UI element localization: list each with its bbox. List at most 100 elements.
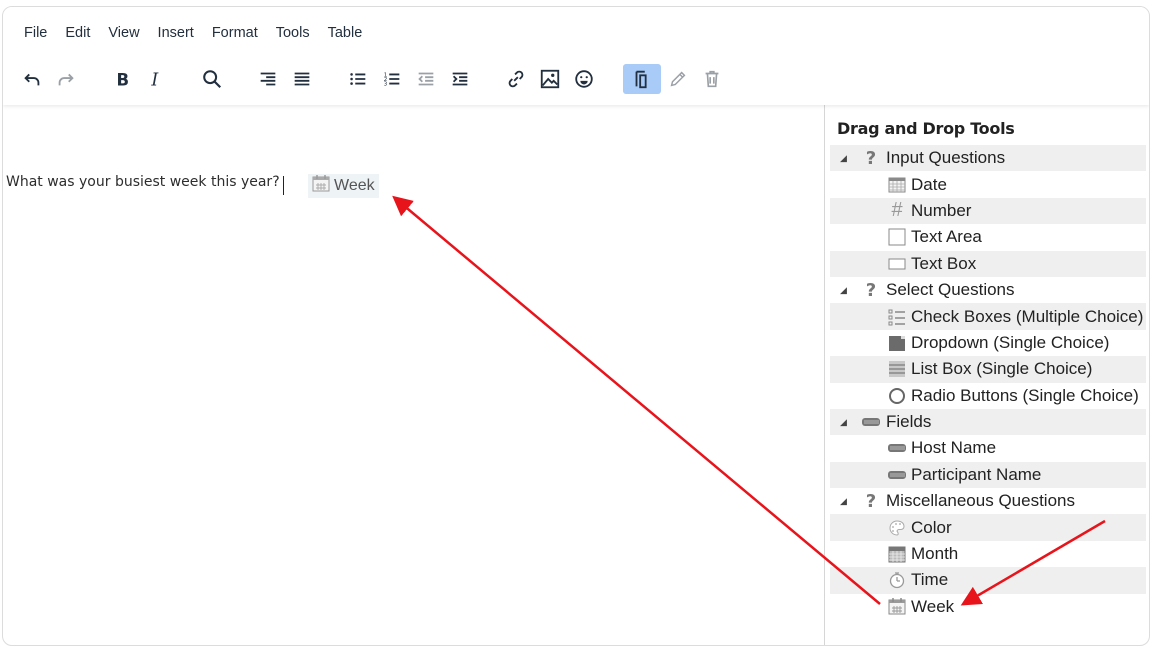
field-icon (887, 465, 907, 485)
tool-label: Dropdown (Single Choice) (911, 332, 1110, 352)
tool-item-week[interactable]: Week (830, 594, 1146, 620)
italic-icon: I (150, 70, 159, 90)
tool-item-check-boxes[interactable]: Check Boxes (Multiple Choice) (830, 303, 1146, 330)
tool-item-host-name[interactable]: Host Name (830, 435, 1146, 461)
tool-label: List Box (Single Choice) (911, 359, 1093, 379)
copy-field-button[interactable] (623, 64, 661, 94)
collapse-triangle-icon[interactable]: ◢ (840, 496, 854, 507)
tool-label: Time (911, 570, 949, 590)
tool-label: Text Box (911, 253, 977, 273)
svg-text:B: B (117, 70, 130, 89)
tool-label: Host Name (911, 438, 997, 458)
redo-icon (58, 73, 74, 86)
collapse-triangle-icon[interactable]: ◢ (840, 153, 854, 164)
textarea-icon (887, 227, 907, 247)
redo-button[interactable] (49, 64, 83, 94)
italic-button[interactable]: I (139, 64, 173, 94)
tool-item-month[interactable]: Month (830, 541, 1146, 567)
find-button[interactable] (195, 64, 229, 94)
align-justify-icon (294, 72, 310, 86)
link-icon (508, 70, 524, 88)
pencil-icon (670, 71, 686, 87)
palette-icon (887, 518, 907, 538)
menu-insert[interactable]: Insert (149, 25, 203, 41)
menu-edit[interactable]: Edit (56, 25, 99, 41)
edit-button[interactable] (661, 64, 695, 94)
tool-item-color[interactable]: Color (830, 514, 1146, 541)
dropdown-icon (887, 333, 907, 353)
question-icon: ? (865, 279, 877, 301)
hash-icon: # (891, 199, 903, 222)
menu-tools[interactable]: Tools (267, 25, 319, 41)
indent-icon (452, 72, 468, 86)
tool-label: Participant Name (911, 464, 1042, 484)
delete-button[interactable] (695, 64, 729, 94)
numbered-list-icon: 123 (384, 72, 400, 87)
outdent-button[interactable] (409, 64, 443, 94)
emoji-icon (575, 70, 593, 88)
tools-tree: ◢ ? Input Questions Date # Number Text A… (830, 145, 1146, 620)
menu-view[interactable]: View (99, 25, 148, 41)
bullet-list-button[interactable] (341, 64, 375, 94)
panel-title: Drag and Drop Tools (837, 119, 1015, 138)
group-fields[interactable]: ◢ Fields (830, 408, 1146, 436)
calendar-month-icon (887, 544, 907, 564)
calendar-week-icon (887, 597, 907, 617)
menubar: File Edit View Insert Format Tools Table (15, 25, 371, 41)
group-input-questions[interactable]: ◢ ? Input Questions (830, 145, 1146, 172)
tool-item-participant-name[interactable]: Participant Name (830, 461, 1146, 489)
calendar-icon (887, 175, 907, 195)
indent-button[interactable] (443, 64, 477, 94)
undo-button[interactable] (15, 64, 49, 94)
collapse-triangle-icon[interactable]: ◢ (840, 417, 854, 428)
checklist-icon (887, 307, 907, 327)
group-label: Fields (886, 412, 932, 432)
menu-format[interactable]: Format (203, 25, 267, 41)
text-caret (283, 176, 284, 195)
tool-label: Radio Buttons (Single Choice) (911, 385, 1139, 405)
tool-item-text-box[interactable]: Text Box (830, 250, 1146, 277)
numbered-list-button[interactable]: 123 (375, 64, 409, 94)
inserted-week-field[interactable]: Week (308, 174, 379, 198)
emoji-button[interactable] (567, 64, 601, 94)
drag-drop-tools-panel: Drag and Drop Tools ◢ ? Input Questions … (824, 105, 1149, 645)
undo-icon (24, 73, 40, 86)
calendar-week-icon (312, 175, 330, 197)
radio-icon (887, 386, 907, 406)
question-icon: ? (865, 147, 877, 169)
tool-label: Month (911, 544, 959, 564)
tool-label: Color (911, 517, 952, 537)
link-button[interactable] (499, 64, 533, 94)
image-button[interactable] (533, 64, 567, 94)
collapse-triangle-icon[interactable]: ◢ (840, 285, 854, 296)
group-select-questions[interactable]: ◢ ? Select Questions (830, 277, 1146, 303)
tool-item-time[interactable]: Time (830, 567, 1146, 594)
copy-icon (635, 70, 647, 89)
group-miscellaneous-questions[interactable]: ◢ ? Miscellaneous Questions (830, 488, 1146, 514)
justify-button[interactable] (285, 64, 319, 94)
question-icon: ? (865, 490, 877, 512)
bold-button[interactable]: B (105, 64, 139, 94)
tool-item-number[interactable]: # Number (830, 197, 1146, 225)
editor-header: File Edit View Insert Format Tools Table… (3, 7, 1149, 105)
question-text[interactable]: What was your busiest week this year? (6, 174, 280, 190)
textbox-icon (887, 254, 907, 274)
tool-label: Check Boxes (Multiple Choice) (911, 306, 1144, 326)
image-icon (540, 69, 560, 89)
group-label: Miscellaneous Questions (886, 491, 1075, 511)
toolbar: B I 123 (15, 63, 729, 95)
tool-item-list-box[interactable]: List Box (Single Choice) (830, 356, 1146, 383)
tool-item-text-area[interactable]: Text Area (830, 224, 1146, 250)
tool-item-radio-buttons[interactable]: Radio Buttons (Single Choice) (830, 383, 1146, 409)
menu-table[interactable]: Table (319, 25, 372, 41)
trash-icon (705, 70, 719, 88)
svg-text:I: I (150, 70, 159, 90)
tool-item-date[interactable]: Date (830, 171, 1146, 197)
align-right-button[interactable] (251, 64, 285, 94)
menu-file[interactable]: File (15, 25, 56, 41)
tool-label: Number (911, 200, 972, 220)
tool-item-dropdown[interactable]: Dropdown (Single Choice) (830, 330, 1146, 356)
field-icon (860, 418, 882, 427)
editor-window: File Edit View Insert Format Tools Table… (2, 6, 1150, 646)
group-label: Select Questions (886, 280, 1015, 300)
